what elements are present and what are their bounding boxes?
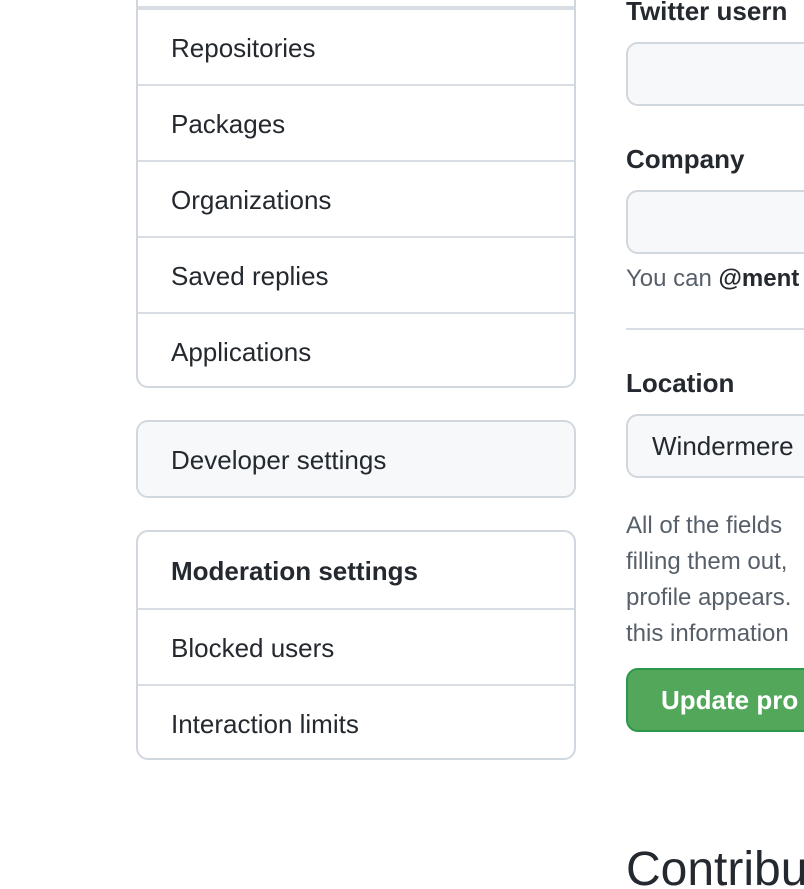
twitter-username-label: Twitter usern xyxy=(626,0,788,26)
contributions-heading: Contribu xyxy=(626,843,804,889)
settings-menu-main: Repositories Packages Organizations Save… xyxy=(136,0,576,388)
menu-item-interaction-limits[interactable]: Interaction limits xyxy=(138,684,574,758)
moderation-settings-heading: Moderation settings xyxy=(171,556,419,586)
location-input[interactable] xyxy=(626,414,804,478)
settings-menu-moderation: Moderation settings Blocked users Intera… xyxy=(136,530,576,760)
menu-item-developer-settings[interactable]: Developer settings xyxy=(138,422,574,496)
twitter-username-input[interactable] xyxy=(626,42,804,106)
company-help-prefix: You can xyxy=(626,265,719,292)
menu-item-packages[interactable]: Packages xyxy=(138,84,574,160)
location-label: Location xyxy=(626,368,735,398)
profile-note-line-3: profile appears. xyxy=(626,584,792,611)
company-label: Company xyxy=(626,144,745,174)
menu-item-organizations[interactable]: Organizations xyxy=(138,160,574,236)
settings-menu-developer: Developer settings xyxy=(136,420,576,498)
menu-item-saved-replies[interactable]: Saved replies xyxy=(138,236,574,312)
company-help-text: You can @ment xyxy=(626,265,799,293)
menu-item-previous-edge xyxy=(138,0,574,8)
form-divider xyxy=(626,328,804,330)
menu-item-repositories[interactable]: Repositories xyxy=(138,8,574,84)
company-help-mention: @ment xyxy=(718,265,800,292)
menu-item-blocked-users[interactable]: Blocked users xyxy=(138,608,574,684)
update-profile-button[interactable]: Update pro xyxy=(626,668,804,732)
company-input[interactable] xyxy=(626,190,804,254)
settings-page: Repositories Packages Organizations Save… xyxy=(0,0,804,889)
menu-item-applications[interactable]: Applications xyxy=(138,312,574,386)
profile-note-line-1: All of the fields xyxy=(626,512,783,539)
profile-note-line-4: this information xyxy=(626,620,789,647)
profile-note-line-2: filling them out, xyxy=(626,548,788,575)
